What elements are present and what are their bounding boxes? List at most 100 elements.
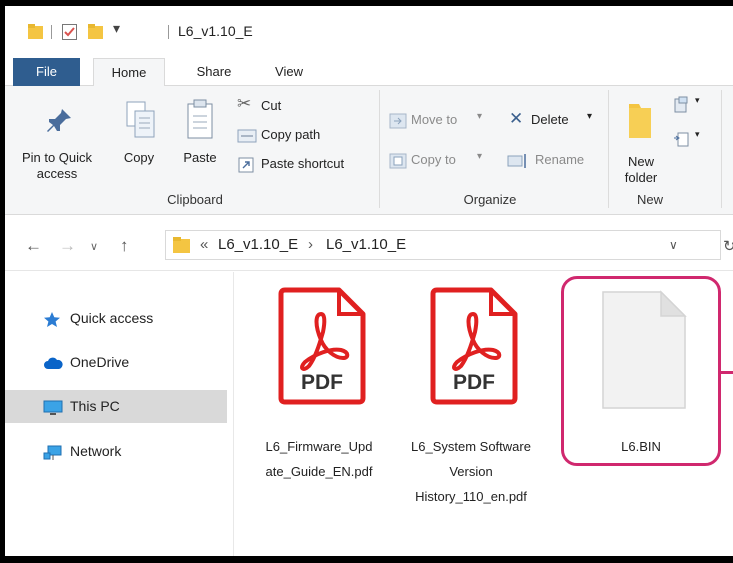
recent-locations-chevron-icon[interactable]: ∨ [90, 240, 98, 253]
nav-item-onedrive[interactable]: OneDrive [5, 346, 227, 379]
file-name: ate_Guide_EN.pdf [265, 464, 373, 479]
move-to-label: Move to [411, 112, 458, 127]
group-separator [721, 90, 722, 208]
copy-path-label: Copy path [261, 127, 321, 142]
copy-button[interactable]: Copy [115, 96, 163, 190]
file-item-pdf-firmware-guide[interactable]: PDF L6_Firmware_Upd ate_Guide_EN.pdf [249, 286, 389, 506]
copy-label: Copy [123, 150, 155, 165]
tab-home[interactable]: Home [93, 58, 165, 87]
paste-shortcut-icon [238, 157, 254, 173]
move-to-icon [389, 113, 407, 129]
file-item-pdf-version-history[interactable]: PDF L6_System Software Version History_1… [401, 286, 541, 526]
ribbon-home: Pin to Quick access Copy Paste ✂ Cut Cop… [5, 86, 733, 215]
rename-button[interactable]: Rename [507, 150, 601, 172]
back-arrow-icon[interactable]: ← [25, 236, 42, 256]
paste-button[interactable]: Paste [175, 96, 225, 190]
nav-item-this-pc[interactable]: This PC [5, 390, 227, 423]
copy-path-icon [237, 129, 257, 143]
scissors-icon: ✂ [237, 94, 252, 113]
group-separator [608, 90, 609, 208]
cut-label: Cut [261, 98, 282, 113]
pdf-file-icon: PDF [278, 287, 366, 405]
delete-button[interactable]: ✕ Delete ▾ [507, 109, 601, 132]
new-folder-label-line1: New [627, 154, 654, 169]
tab-file[interactable]: File [13, 58, 80, 86]
navigation-pane: Quick access OneDrive This PC Network [5, 272, 233, 556]
folder-icon [173, 237, 190, 253]
file-name: History_110_en.pdf [415, 489, 527, 504]
nav-item-label: OneDrive [70, 354, 130, 370]
cloud-icon [44, 357, 63, 369]
easy-access-button[interactable]: ▾ [671, 128, 711, 150]
new-folder-label-line2: folder [624, 170, 658, 185]
rename-label: Rename [535, 152, 585, 167]
new-folder-button[interactable]: New folder [613, 96, 669, 190]
delete-x-icon: ✕ [509, 109, 524, 128]
new-item-icon [674, 96, 688, 113]
nav-item-label: Network [70, 443, 122, 459]
breadcrumb-separator-icon[interactable]: › [308, 236, 313, 253]
highlight-callout-line [721, 371, 733, 374]
paste-icon [187, 99, 213, 139]
file-name: L6_Firmware_Upd [265, 439, 373, 454]
paste-shortcut-label: Paste shortcut [261, 156, 345, 171]
pin-to-quick-access-button[interactable]: Pin to Quick access [17, 96, 97, 190]
new-item-button[interactable]: ▾ [671, 94, 711, 116]
nav-item-network[interactable]: Network [5, 435, 227, 468]
customize-quick-access-icon[interactable]: ▾ [113, 20, 120, 38]
cut-button[interactable]: ✂ Cut [233, 94, 323, 118]
network-icon [43, 445, 62, 460]
delete-label: Delete [531, 112, 569, 127]
easy-access-dropdown-icon: ▾ [695, 129, 700, 139]
pane-splitter[interactable] [233, 272, 234, 556]
file-name: L6_System Software [411, 439, 531, 454]
refresh-icon[interactable]: ↻ [723, 237, 733, 255]
file-explorer-window: ▾ L6_v1.10_E File Home Share View Pin to… [5, 6, 733, 556]
address-bar-row: ← → ∨ ↑ « L6_v1.10_E › L6_v1.10_E ∨ ↻ [5, 216, 733, 271]
paste-shortcut-button[interactable]: Paste shortcut [233, 154, 373, 176]
address-bar[interactable]: « L6_v1.10_E › L6_v1.10_E ∨ [165, 230, 721, 260]
copy-icon [126, 101, 155, 138]
copy-to-button[interactable]: Copy to ▾ [389, 150, 493, 172]
new-folder-icon [629, 104, 651, 138]
easy-access-icon [674, 132, 689, 147]
new-folder-quick-icon[interactable] [87, 23, 105, 41]
pin-label-line1: Pin to Quick [21, 150, 93, 165]
pdf-badge: PDF [453, 371, 495, 394]
pin-icon [47, 109, 71, 132]
move-to-dropdown-icon: ▾ [477, 111, 483, 122]
highlight-annotation [561, 276, 721, 466]
group-separator [379, 90, 380, 208]
breadcrumb-item[interactable]: L6_v1.10_E [218, 236, 298, 253]
copy-to-icon [389, 153, 407, 169]
breadcrumb-overflow[interactable]: « [200, 236, 208, 253]
copy-to-label: Copy to [411, 152, 456, 167]
tab-share[interactable]: Share [179, 58, 249, 86]
new-group-label: New [636, 192, 663, 207]
clipboard-group-label: Clipboard [167, 192, 223, 207]
copy-path-button[interactable]: Copy path [233, 125, 353, 147]
delete-dropdown-icon: ▾ [587, 111, 593, 122]
title-separator-2 [168, 25, 169, 39]
nav-item-quick-access[interactable]: Quick access [5, 302, 227, 335]
move-to-button[interactable]: Move to ▾ [389, 110, 493, 132]
pdf-badge: PDF [301, 371, 343, 394]
up-arrow-icon[interactable]: ↑ [120, 236, 129, 256]
title-bar: ▾ L6_v1.10_E [5, 6, 733, 52]
properties-check-icon[interactable] [61, 23, 79, 41]
monitor-icon [43, 400, 63, 415]
copy-to-dropdown-icon: ▾ [477, 151, 483, 162]
nav-item-label: This PC [70, 398, 120, 414]
nav-item-label: Quick access [70, 310, 154, 326]
organize-group-label: Organize [463, 192, 517, 207]
new-item-dropdown-icon: ▾ [695, 95, 700, 105]
address-dropdown-chevron-icon[interactable]: ∨ [669, 238, 678, 252]
file-name: Version [449, 464, 493, 479]
ribbon-tabs: File Home Share View [5, 58, 733, 87]
folder-icon [28, 24, 43, 39]
pin-label-line2: access [36, 166, 78, 181]
forward-arrow-icon[interactable]: → [59, 236, 76, 256]
breadcrumb-item-current[interactable]: L6_v1.10_E [326, 236, 406, 253]
rename-icon [507, 154, 526, 168]
tab-view[interactable]: View [259, 58, 319, 86]
